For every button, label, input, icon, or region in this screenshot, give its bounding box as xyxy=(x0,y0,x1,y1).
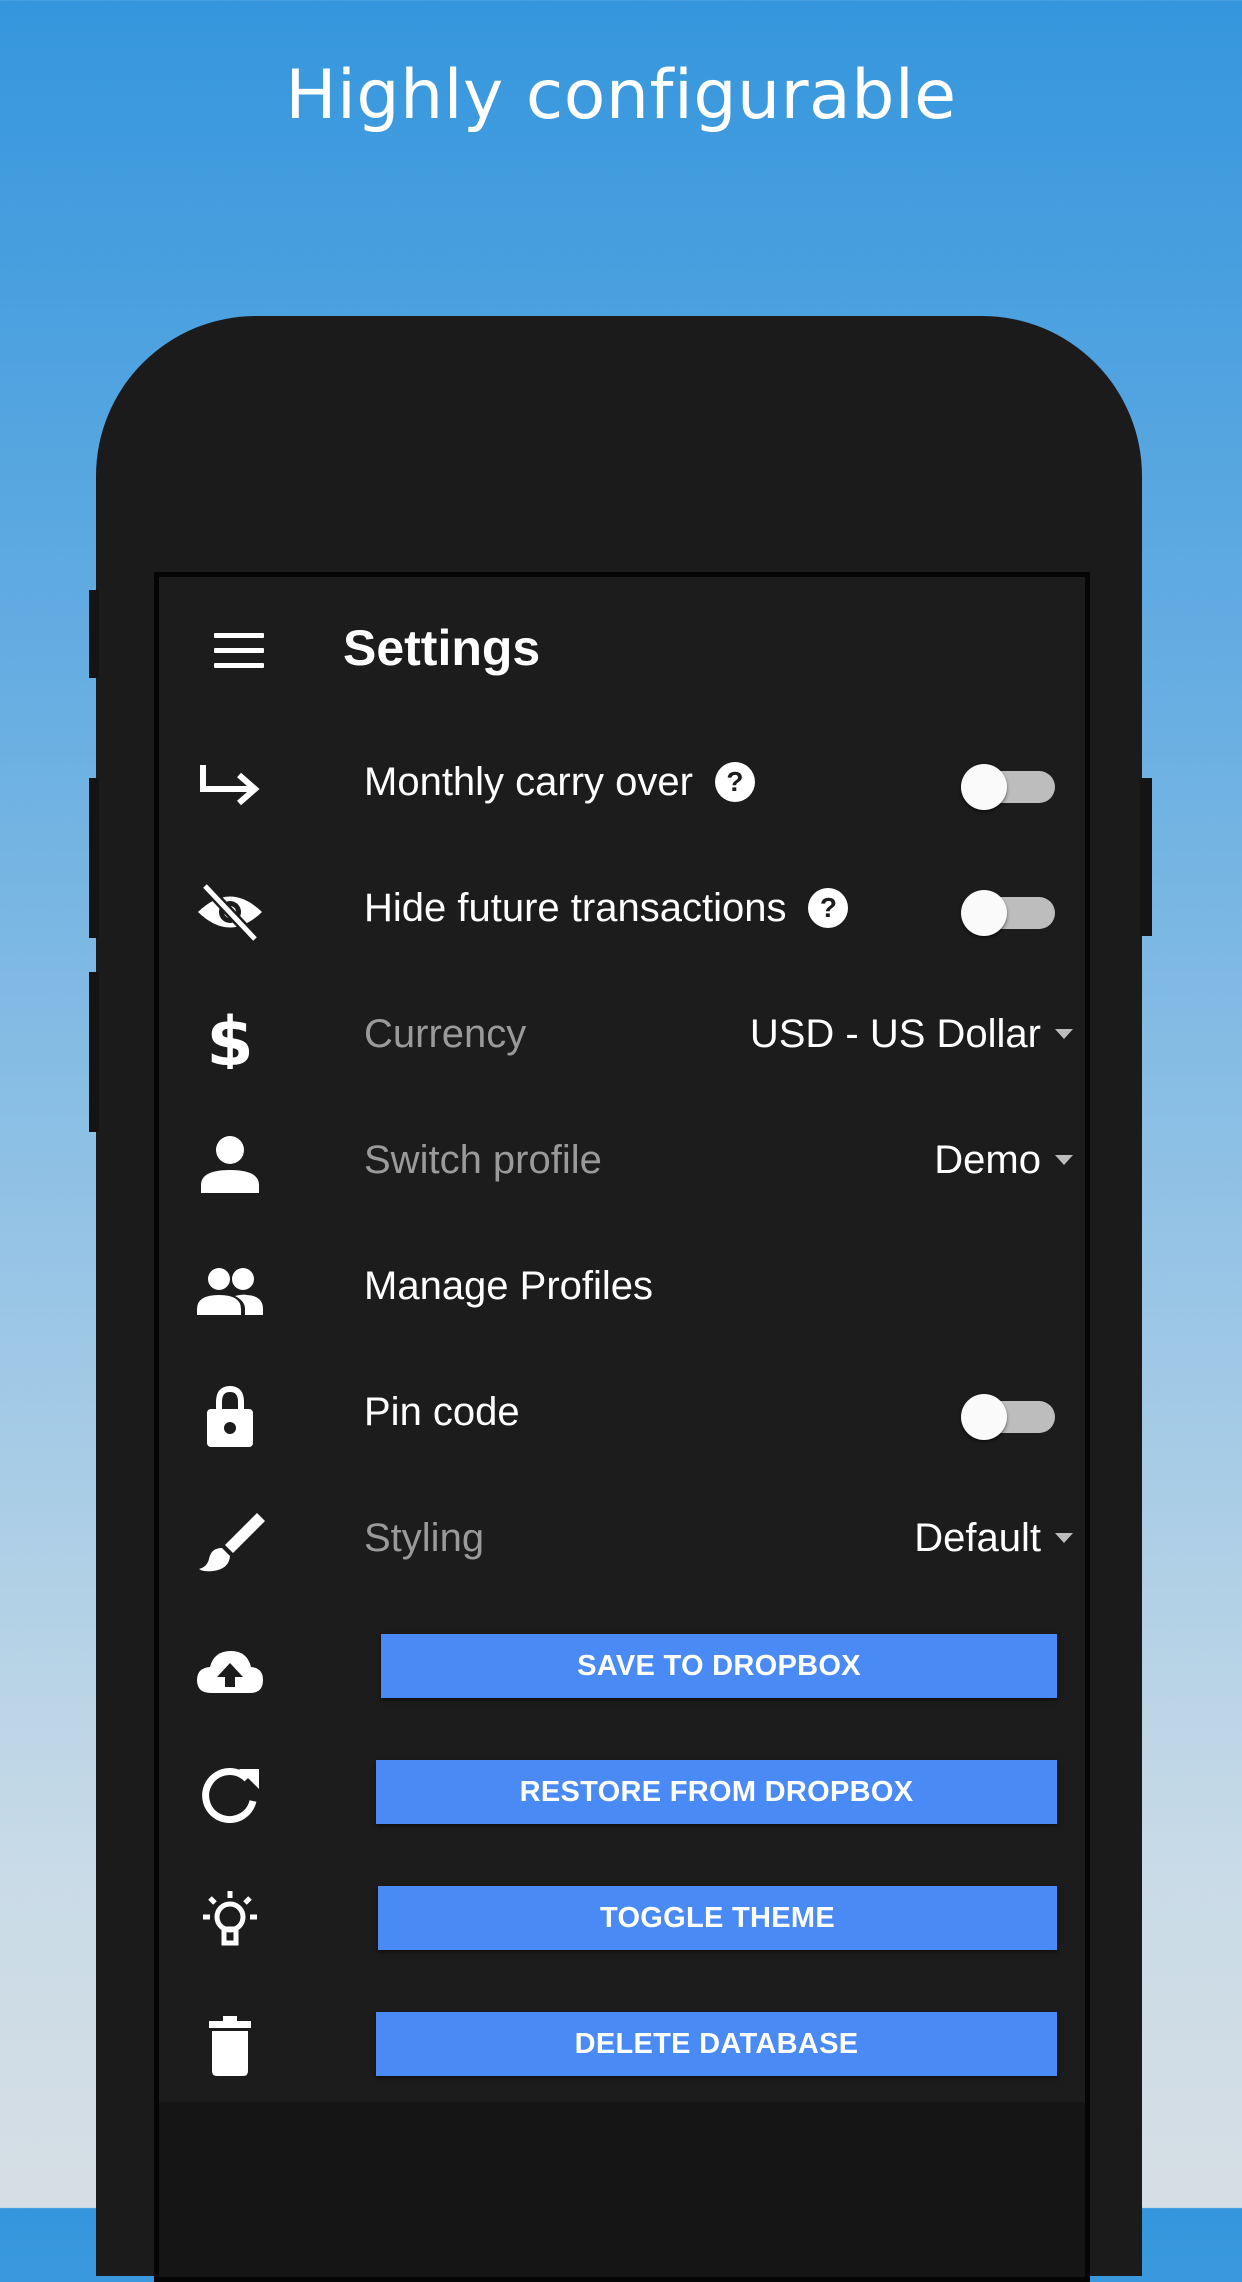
setting-manage-profiles[interactable]: Manage Profiles xyxy=(159,1226,1085,1352)
phone-side-button-left-1 xyxy=(89,590,99,678)
help-icon[interactable]: ? xyxy=(808,888,849,928)
setting-switch-profile[interactable]: Switch profile Demo xyxy=(159,1100,1085,1226)
headline: Highly configurable xyxy=(285,56,957,135)
svg-text:$: $ xyxy=(206,1007,253,1069)
styling-value: Default xyxy=(914,1516,1041,1560)
action-toggle-theme: TOGGLE THEME xyxy=(159,1856,1085,1982)
currency-label: Currency xyxy=(364,1012,527,1056)
chevron-down-icon xyxy=(1055,1029,1073,1039)
phone-side-button-right xyxy=(1140,778,1152,936)
dollar-icon: $ xyxy=(195,1007,265,1069)
hamburger-menu-icon[interactable] xyxy=(214,633,264,669)
lock-icon xyxy=(195,1385,265,1447)
trash-icon xyxy=(195,2015,265,2077)
phone-screen: Settings Monthly carry over? Hide future… xyxy=(154,572,1090,2282)
action-save-to-dropbox: SAVE TO DROPBOX xyxy=(159,1604,1085,1730)
setting-currency[interactable]: $ Currency USD - US Dollar xyxy=(159,974,1085,1100)
phone-side-button-left-2 xyxy=(89,778,99,938)
setting-pin-code: Pin code xyxy=(159,1352,1085,1478)
people-icon xyxy=(195,1259,265,1321)
action-restore-from-dropbox: RESTORE FROM DROPBOX xyxy=(159,1730,1085,1856)
hide-future-transactions-toggle[interactable] xyxy=(961,890,1055,936)
person-icon xyxy=(195,1133,265,1195)
monthly-carry-over-label: Monthly carry over xyxy=(364,760,693,804)
monthly-carry-over-toggle[interactable] xyxy=(961,764,1055,810)
manage-profiles-label: Manage Profiles xyxy=(364,1264,654,1308)
setting-hide-future-transactions: Hide future transactions? xyxy=(159,848,1085,974)
setting-styling[interactable]: Styling Default xyxy=(159,1478,1085,1604)
chevron-down-icon xyxy=(1055,1533,1073,1543)
page-title: Settings xyxy=(343,620,541,676)
action-delete-database: DELETE DATABASE xyxy=(159,1982,1085,2108)
hide-future-transactions-label: Hide future transactions xyxy=(364,886,787,930)
currency-value: USD - US Dollar xyxy=(749,1012,1041,1056)
settings-list: Monthly carry over? Hide future transact… xyxy=(159,722,1085,2102)
setting-label: Hide future transactions? xyxy=(364,886,849,931)
brush-icon xyxy=(195,1511,265,1573)
arrow-turn-right-icon xyxy=(195,755,265,817)
restore-from-dropbox-button[interactable]: RESTORE FROM DROPBOX xyxy=(376,1760,1057,1824)
phone-side-button-left-3 xyxy=(89,972,99,1132)
eye-off-icon xyxy=(195,881,265,943)
profile-select[interactable]: Demo xyxy=(934,1138,1073,1183)
profile-value: Demo xyxy=(934,1138,1041,1182)
setting-label: Monthly carry over? xyxy=(364,760,755,805)
help-icon[interactable]: ? xyxy=(714,762,755,802)
pin-code-toggle[interactable] xyxy=(961,1394,1055,1440)
styling-label: Styling xyxy=(364,1516,485,1560)
chevron-down-icon xyxy=(1055,1155,1073,1165)
refresh-icon xyxy=(195,1763,265,1825)
switch-profile-label: Switch profile xyxy=(364,1138,602,1182)
setting-monthly-carry-over: Monthly carry over? xyxy=(159,722,1085,848)
styling-select[interactable]: Default xyxy=(914,1516,1073,1561)
app-bar: Settings xyxy=(159,577,1085,722)
currency-select[interactable]: USD - US Dollar xyxy=(750,1012,1073,1057)
cloud-upload-icon xyxy=(195,1637,265,1699)
toggle-theme-button[interactable]: TOGGLE THEME xyxy=(378,1886,1057,1950)
delete-database-button[interactable]: DELETE DATABASE xyxy=(376,2012,1057,2076)
save-to-dropbox-button[interactable]: SAVE TO DROPBOX xyxy=(381,1634,1057,1698)
lightbulb-icon xyxy=(195,1889,265,1951)
pin-code-label: Pin code xyxy=(364,1390,520,1434)
